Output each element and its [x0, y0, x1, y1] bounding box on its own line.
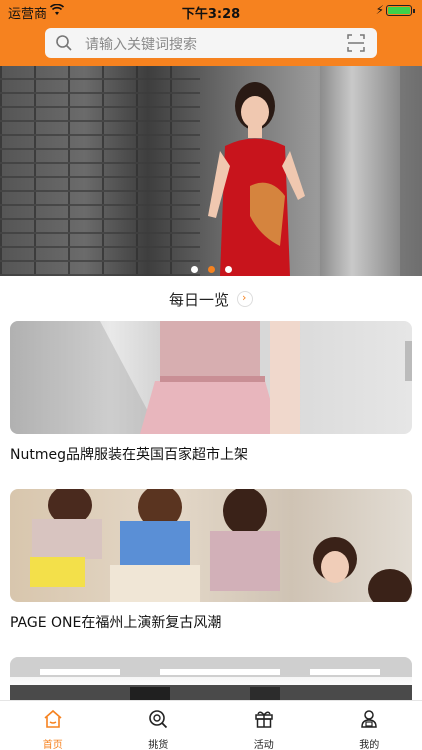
tab-activity[interactable]: 活动 — [211, 701, 317, 750]
article-photo-dress — [10, 321, 412, 434]
banner-pillar — [320, 66, 400, 276]
article-image[interactable] — [10, 489, 412, 602]
tab-label: 首页 — [42, 740, 63, 750]
gift-icon — [255, 711, 273, 728]
carousel-dot[interactable] — [224, 266, 232, 273]
daily-overview-header[interactable]: 每日一览 › — [0, 289, 422, 309]
article-title[interactable]: Nutmeg品牌服装在英国百家超市上架 — [10, 444, 412, 464]
scan-icon[interactable] — [347, 34, 365, 52]
section-title: 每日一览 — [168, 291, 229, 309]
article-photo-group — [30, 489, 412, 602]
battery-icon — [386, 5, 415, 16]
search-input[interactable]: 请输入关键词搜索 — [45, 28, 377, 58]
search-icon — [56, 35, 72, 51]
charging-icon: ⚡ — [375, 3, 384, 17]
search-goods-icon — [149, 710, 168, 729]
banner-background — [0, 66, 200, 276]
banner-model-image — [208, 82, 305, 276]
tab-home[interactable]: 首页 — [0, 701, 106, 750]
bottom-tab-bar: 首页 挑货 活动 我的 — [0, 700, 422, 750]
tab-label: 挑货 — [148, 740, 169, 750]
carousel-dot-active[interactable] — [207, 266, 215, 273]
search-placeholder: 请输入关键词搜索 — [85, 37, 197, 53]
article-card[interactable]: Nutmeg品牌服装在英国百家超市上架 — [10, 321, 412, 464]
carousel-dot[interactable] — [190, 266, 198, 273]
chevron-right-icon[interactable]: › — [237, 291, 253, 307]
tab-mine[interactable]: 我的 — [317, 701, 422, 750]
user-icon — [361, 710, 378, 728]
carousel-indicator[interactable] — [0, 258, 422, 277]
app-header: 运营商 下午3:28 ⚡ 请输入关键词搜索 — [0, 0, 422, 66]
clock: 下午3:28 — [181, 7, 241, 22]
article-card[interactable]: PAGE ONE在福州上演新复古风潮 — [10, 489, 412, 632]
tab-label: 我的 — [359, 740, 380, 750]
tab-pick-goods[interactable]: 挑货 — [106, 701, 212, 750]
status-bar: 运营商 下午3:28 ⚡ — [0, 0, 422, 22]
home-icon — [44, 709, 62, 728]
tab-label: 活动 — [253, 740, 274, 750]
banner-carousel[interactable] — [0, 66, 422, 276]
article-image[interactable] — [10, 321, 412, 434]
article-title[interactable]: PAGE ONE在福州上演新复古风潮 — [10, 612, 412, 632]
